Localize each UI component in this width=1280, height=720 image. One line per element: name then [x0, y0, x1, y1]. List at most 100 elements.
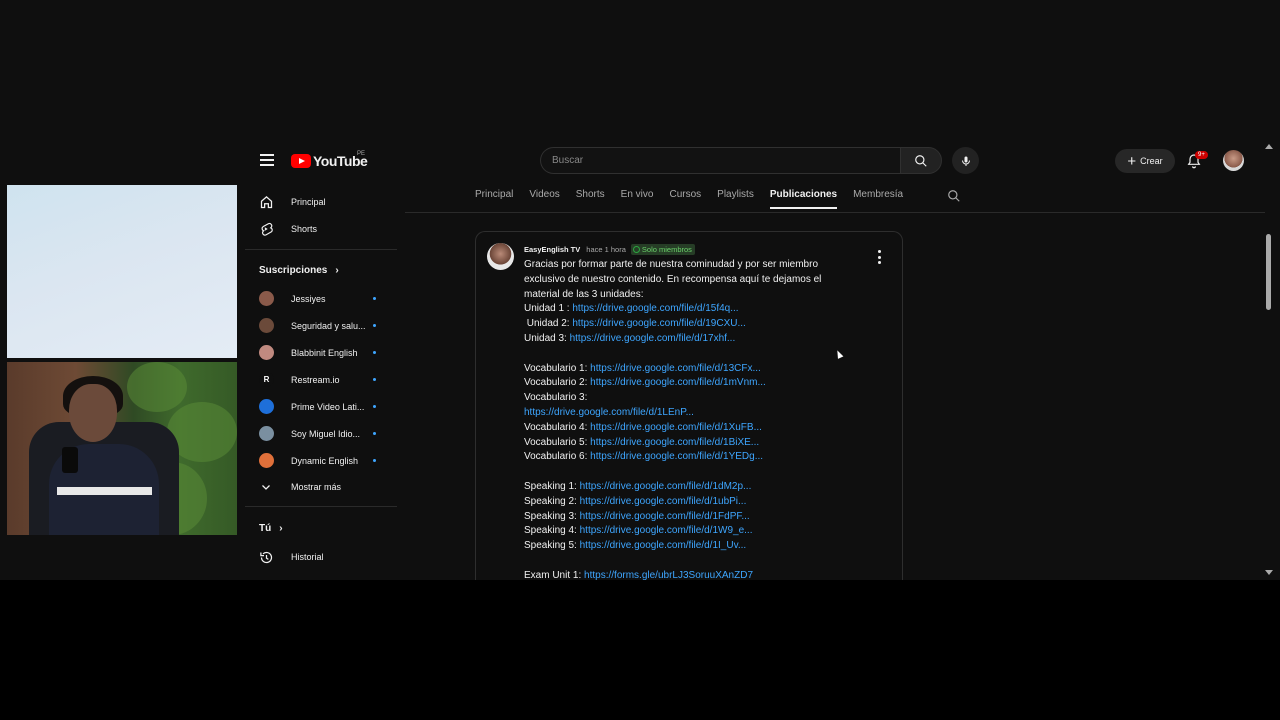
- subscription-item[interactable]: Prime Video Lati...: [259, 399, 379, 414]
- post-line: https://drive.google.com/file/d/1LEnP...: [524, 406, 854, 421]
- post-line: Gracias por formar parte de nuestra comi…: [524, 258, 854, 273]
- restream-logo: R: [259, 372, 274, 387]
- new-content-dot: [373, 378, 376, 381]
- sidebar-item-shorts[interactable]: Shorts: [258, 221, 317, 237]
- post-line-text: Vocabulario 2:: [524, 377, 591, 389]
- sidebar-divider: [245, 506, 397, 507]
- post-link[interactable]: https://drive.google.com/file/d/13CFx...: [590, 363, 761, 374]
- post-link[interactable]: https://drive.google.com/file/d/1I_Uv...: [580, 540, 747, 551]
- post-line-text: Vocabulario 3:: [524, 392, 588, 404]
- post-line-text: Speaking 3:: [524, 510, 580, 522]
- subscription-item[interactable]: R Restream.io: [259, 372, 379, 387]
- sidebar-item-label: Historial: [291, 552, 324, 562]
- tabs-divider: [405, 212, 1265, 213]
- you-heading[interactable]: Tú ›: [259, 523, 283, 534]
- post-link[interactable]: https://drive.google.com/file/d/1BiXE...: [590, 437, 759, 448]
- subscription-item[interactable]: Blabbinit English: [259, 345, 379, 360]
- more-options-icon[interactable]: [876, 250, 882, 264]
- subscriptions-heading[interactable]: Suscripciones ›: [259, 265, 339, 276]
- tab-cursos[interactable]: Cursos: [669, 189, 701, 209]
- subscription-label: Dynamic English: [291, 455, 359, 466]
- tab-principal[interactable]: Principal: [475, 189, 513, 209]
- post-line: Speaking 2: https://drive.google.com/fil…: [524, 495, 854, 510]
- search-input[interactable]: [541, 148, 900, 173]
- post-link[interactable]: https://drive.google.com/file/d/19CXU...: [572, 318, 745, 329]
- channel-search-icon[interactable]: [947, 189, 961, 203]
- post-channel-name[interactable]: EasyEnglish TV: [524, 245, 580, 254]
- post-link[interactable]: https://drive.google.com/file/d/1LEnP...: [524, 407, 694, 418]
- sidebar-divider: [245, 249, 397, 250]
- post-line-text: Speaking 2:: [524, 495, 580, 507]
- post-line-text: Speaking 4:: [524, 525, 580, 537]
- channel-avatar: [259, 453, 274, 468]
- post-link[interactable]: https://drive.google.com/file/d/15f4q...: [572, 303, 738, 314]
- scroll-down-arrow-icon[interactable]: [1265, 570, 1273, 575]
- post-line-text: Unidad 3:: [524, 332, 570, 344]
- post-line-text: Unidad 1 :: [524, 303, 573, 315]
- region-code: PE: [357, 151, 366, 157]
- post-line: Speaking 1: https://drive.google.com/fil…: [524, 480, 854, 495]
- channel-avatar: [259, 426, 274, 441]
- new-content-dot: [373, 297, 376, 300]
- tab-videos[interactable]: Videos: [529, 189, 559, 209]
- scrollbar-thumb[interactable]: [1266, 234, 1271, 310]
- create-button[interactable]: + Crear: [1115, 149, 1175, 173]
- tab-shorts[interactable]: Shorts: [576, 189, 605, 209]
- tab-en-vivo[interactable]: En vivo: [621, 189, 654, 209]
- account-avatar[interactable]: [1223, 150, 1244, 171]
- sidebar-item-historial[interactable]: Historial: [258, 549, 324, 565]
- post-line: Speaking 3: https://drive.google.com/fil…: [524, 510, 854, 525]
- plus-icon: +: [1127, 152, 1137, 170]
- search-icon: [915, 154, 927, 167]
- sidebar-item-principal[interactable]: Principal: [258, 194, 326, 210]
- post-line: Vocabulario 6: https://drive.google.com/…: [524, 450, 854, 465]
- post-line: Vocabulario 3:: [524, 391, 854, 406]
- youtube-logo[interactable]: YouTube PE: [291, 151, 368, 169]
- post-line: Vocabulario 4: https://drive.google.com/…: [524, 421, 854, 436]
- subscriptions-title: Suscripciones: [259, 265, 328, 276]
- post-line-text: Vocabulario 4:: [524, 421, 591, 433]
- scroll-up-arrow-icon[interactable]: [1265, 144, 1273, 149]
- subscription-item[interactable]: Seguridad y salu...: [259, 318, 379, 333]
- post-link[interactable]: https://drive.google.com/file/d/1W9_e...: [580, 525, 753, 536]
- post-link[interactable]: https://drive.google.com/file/d/17xhf...: [570, 333, 736, 344]
- post-link[interactable]: https://drive.google.com/file/d/1mVnm...: [590, 377, 766, 388]
- hamburger-menu-icon[interactable]: [260, 154, 274, 166]
- subscription-item[interactable]: Dynamic English: [259, 453, 379, 468]
- post-link[interactable]: https://drive.google.com/file/d/1FdPF...: [580, 511, 750, 522]
- tab-membresia[interactable]: Membresía: [853, 189, 903, 209]
- subscription-item[interactable]: Jessiyes: [259, 291, 379, 306]
- webcam-presenter-panel: [7, 362, 237, 535]
- new-content-dot: [373, 432, 376, 435]
- youtube-play-icon: [291, 154, 311, 168]
- subscription-label: Seguridad y salu...: [291, 320, 366, 331]
- post-link[interactable]: https://drive.google.com/file/d/1dM2p...: [580, 481, 752, 492]
- subscription-label: Restream.io: [291, 374, 340, 385]
- post-link[interactable]: https://drive.google.com/file/d/1YEDg...: [590, 451, 763, 462]
- post-line-text: Vocabulario 1:: [524, 362, 591, 374]
- show-more-button[interactable]: Mostrar más: [258, 479, 341, 495]
- post-link[interactable]: https://drive.google.com/file/d/1ubPi...: [580, 496, 747, 507]
- post-line: Unidad 2: https://drive.google.com/file/…: [524, 317, 854, 332]
- post-time[interactable]: hace 1 hora: [586, 245, 626, 254]
- subscription-label: Soy Miguel Idio...: [291, 428, 361, 439]
- channel-avatar: [259, 345, 274, 360]
- community-post: EasyEnglish TV hace 1 hora Solo miembros…: [475, 231, 903, 591]
- channel-avatar: [259, 291, 274, 306]
- search-button[interactable]: [900, 147, 942, 174]
- subscription-label: Prime Video Lati...: [291, 401, 365, 412]
- show-more-label: Mostrar más: [291, 482, 342, 492]
- post-line: Unidad 1 : https://drive.google.com/file…: [524, 302, 854, 317]
- post-line-text: Vocabulario 6:: [524, 451, 591, 463]
- tab-publicaciones[interactable]: Publicaciones: [769, 189, 838, 209]
- channel-avatar[interactable]: [487, 243, 514, 270]
- home-icon: [258, 194, 274, 210]
- tab-playlists[interactable]: Playlists: [717, 189, 754, 209]
- post-link[interactable]: https://drive.google.com/file/d/1XuFB...: [590, 422, 762, 433]
- subscription-label: Blabbinit English: [291, 347, 358, 358]
- search-box[interactable]: [540, 147, 900, 174]
- post-line: Speaking 4: https://drive.google.com/fil…: [524, 524, 854, 539]
- channel-tabs: Principal Videos Shorts En vivo Cursos P…: [475, 189, 919, 209]
- subscription-item[interactable]: Soy Miguel Idio...: [259, 426, 379, 441]
- voice-search-button[interactable]: [952, 147, 979, 174]
